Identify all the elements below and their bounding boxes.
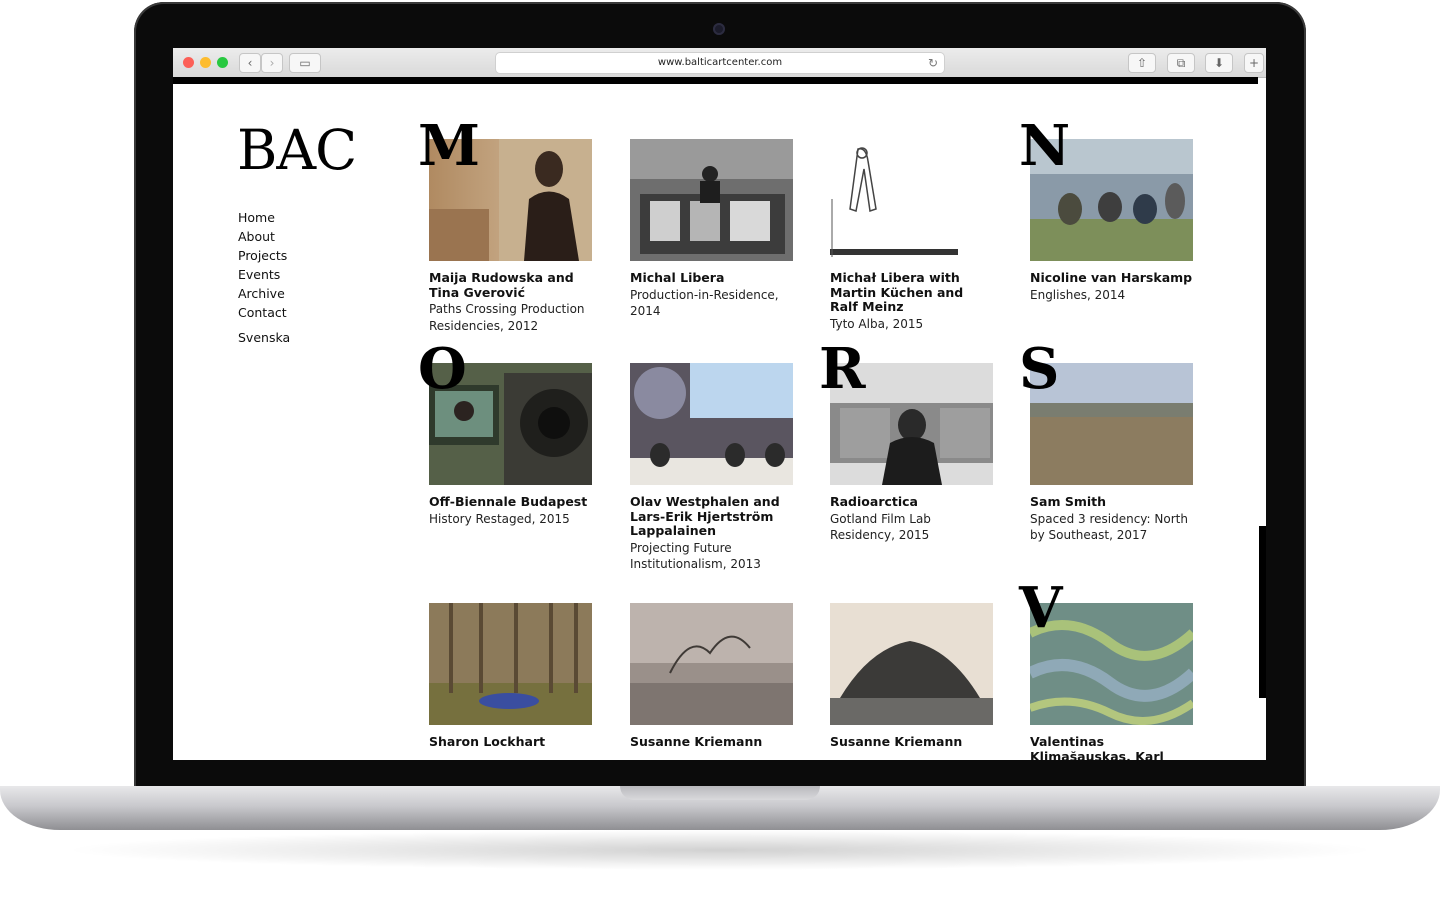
project-title: Off-Biennale Budapest (429, 494, 588, 509)
index-letter: N (1019, 113, 1071, 179)
project-title: Michal Libera (630, 270, 725, 285)
index-letter: V (1019, 575, 1063, 641)
project-title: Maija Rudowska and Tina Gverović (429, 270, 574, 300)
project-subtitle: History Restaged, 2015 (429, 511, 570, 526)
project-subtitle: Production-in-Residence, 2014 (630, 287, 779, 319)
laptop-shadow (60, 830, 1380, 870)
page-content: BAC Home About Projects Events Archive C… (173, 84, 1266, 760)
project-title: Olav Westphalen and Lars-Erik Hjertström… (630, 494, 780, 538)
scrollbar[interactable] (1259, 526, 1266, 698)
share-icon[interactable]: ⇧ (1128, 53, 1156, 73)
project-card[interactable]: Michał Libera with Martin Küchen and Ral… (830, 139, 993, 332)
nav-item-about[interactable]: About (238, 227, 290, 246)
laptop-notch (620, 786, 820, 800)
project-title: Radioarctica (830, 494, 918, 509)
project-thumbnail (630, 363, 793, 485)
index-letter: O (418, 336, 467, 402)
project-thumbnail (830, 139, 993, 261)
project-thumbnail (630, 139, 793, 261)
browser-toolbar: ‹ › ▭ www.balticartcenter.com ↻ ⇧ ⧉ ⬇ + (173, 48, 1266, 78)
project-subtitle: Gotland Film Lab Residency, 2015 (830, 511, 931, 543)
downloads-icon[interactable]: ⬇ (1205, 53, 1233, 73)
index-letter: M (418, 113, 480, 179)
forward-icon[interactable]: › (261, 53, 283, 73)
new-tab-icon[interactable]: + (1244, 53, 1264, 73)
project-thumbnail (429, 603, 592, 725)
project-thumbnail (830, 603, 993, 725)
page-top-border (173, 77, 1258, 84)
address-bar[interactable]: www.balticartcenter.com ↻ (495, 52, 945, 74)
project-card[interactable]: Sharon Lockhart (429, 603, 592, 751)
minimize-window-icon[interactable] (200, 57, 211, 68)
reload-icon[interactable]: ↻ (928, 53, 938, 73)
project-card[interactable]: Susanne Kriemann (630, 603, 793, 751)
project-title: Susanne Kriemann (830, 734, 963, 749)
sidebar-toggle-icon[interactable]: ▭ (289, 53, 321, 73)
language-switch[interactable]: Svenska (238, 328, 290, 347)
project-title: Michał Libera with Martin Küchen and Ral… (830, 270, 964, 314)
back-icon[interactable]: ‹ (239, 53, 261, 73)
nav-item-archive[interactable]: Archive (238, 284, 290, 303)
project-thumbnail (630, 603, 793, 725)
close-window-icon[interactable] (183, 57, 194, 68)
project-subtitle: Projecting Future Institutionalism, 2013 (630, 540, 761, 572)
project-card[interactable]: Susanne Kriemann (830, 603, 993, 751)
main-nav: Home About Projects Events Archive Conta… (238, 208, 290, 347)
project-subtitle: Paths Crossing Production Residencies, 2… (429, 302, 585, 333)
nav-item-events[interactable]: Events (238, 265, 290, 284)
nav-item-projects[interactable]: Projects (238, 246, 290, 265)
project-subtitle: Englishes, 2014 (1030, 287, 1126, 302)
project-title: Valentinas Klimas̆auskas, Karl (1030, 734, 1164, 760)
project-subtitle: Tyto Alba, 2015 (830, 316, 924, 331)
index-letter: S (1019, 336, 1060, 402)
project-title: Nicoline van Harskamp (1030, 270, 1193, 285)
tabs-overview-icon[interactable]: ⧉ (1167, 53, 1195, 73)
browser-window: ‹ › ▭ www.balticartcenter.com ↻ ⇧ ⧉ ⬇ + … (173, 48, 1266, 760)
maximize-window-icon[interactable] (217, 57, 228, 68)
index-letter: R (819, 336, 866, 402)
project-subtitle: Spaced 3 residency: North by Southeast, … (1030, 511, 1188, 543)
project-title: Sharon Lockhart (429, 734, 546, 749)
project-title: Sam Smith (1030, 494, 1107, 509)
nav-item-contact[interactable]: Contact (238, 303, 290, 322)
project-card[interactable]: Michal Libera Production-in-Residence, 2… (630, 139, 793, 320)
project-card[interactable]: Olav Westphalen and Lars-Erik Hjertström… (630, 363, 793, 573)
address-bar-text: www.balticartcenter.com (657, 57, 783, 68)
project-title: Susanne Kriemann (630, 734, 763, 749)
webcam-icon (713, 23, 725, 35)
site-logo[interactable]: BAC (237, 118, 357, 182)
nav-item-home[interactable]: Home (238, 208, 290, 227)
